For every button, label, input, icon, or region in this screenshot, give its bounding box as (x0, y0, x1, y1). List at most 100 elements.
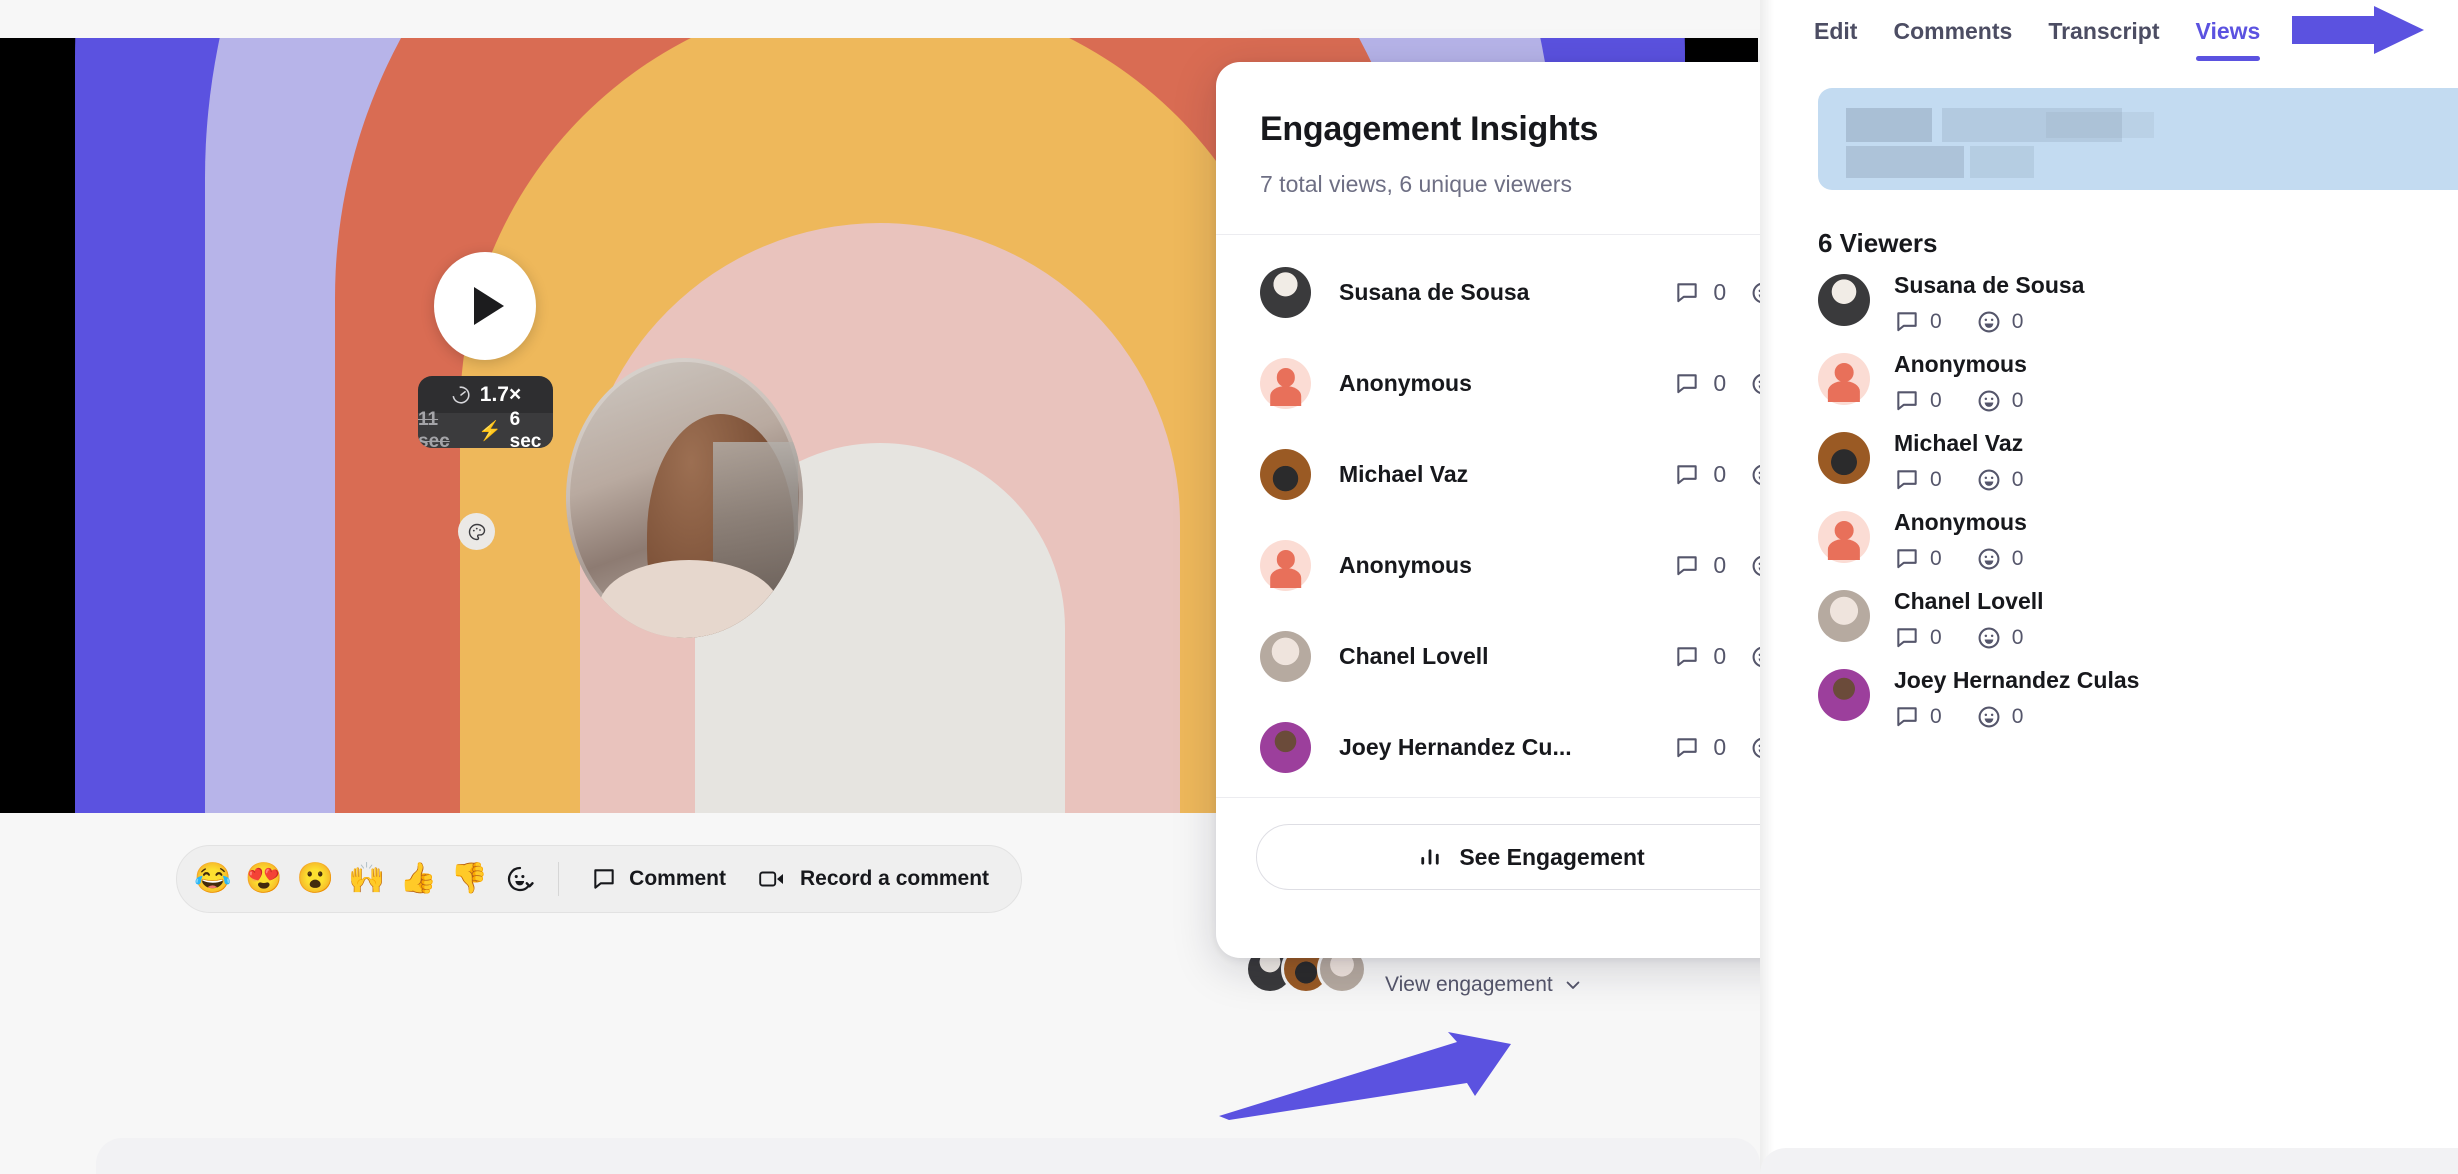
tab-edit[interactable]: Edit (1814, 18, 1857, 61)
record-label: Record a comment (800, 867, 989, 891)
comment-count-group: 0 (1674, 552, 1726, 579)
sidebar-viewer-row[interactable]: Susana de Sousa00 (1760, 272, 2458, 351)
smiley-face-icon (1976, 704, 2002, 730)
joy-emoji[interactable]: 😂 (187, 864, 238, 894)
viewer-name: Chanel Lovell (1339, 643, 1650, 670)
comment-count-group: 0 (1674, 643, 1726, 670)
see-engagement-button[interactable]: See Engagement (1256, 824, 1806, 890)
sidebar-viewer-row[interactable]: Chanel Lovell00 (1760, 588, 2458, 667)
comment-count-group: 0 (1674, 734, 1726, 761)
viewer-name: Susana de Sousa (1339, 279, 1650, 306)
sidebar-viewer-row[interactable]: Anonymous00 (1760, 509, 2458, 588)
comment-button[interactable]: Comment (575, 866, 742, 892)
popup-footer: See Engagement (1216, 798, 1846, 924)
smiley-chevron-icon[interactable] (495, 864, 542, 894)
viewer-info: Michael Vaz 00 (1894, 430, 2023, 493)
tab-views[interactable]: Views (2196, 18, 2261, 61)
popup-header: Engagement Insights 7 total views, 6 uni… (1216, 62, 1846, 234)
viewer-info: Anonymous00 (1894, 351, 2027, 414)
sidebar-viewer-list: Susana de Sousa00Anonymous00Michael Vaz0… (1760, 272, 2458, 746)
comment-count: 0 (1713, 734, 1726, 761)
viewer-info: Susana de Sousa00 (1894, 272, 2084, 335)
duration-row: 11 sec ⚡ 6 sec (418, 413, 553, 448)
comment-label: Comment (629, 867, 726, 891)
popup-viewer-row[interactable]: Anonymous00 (1216, 520, 1846, 611)
reaction-count: 0 (2012, 468, 2024, 492)
reaction-count: 0 (2012, 389, 2024, 413)
speech-bubble-icon (591, 866, 617, 892)
popup-viewer-row[interactable]: Anonymous00 (1216, 338, 1846, 429)
viewer-name: Anonymous (1339, 552, 1650, 579)
record-comment-button[interactable]: Record a comment (742, 866, 1005, 892)
avatar (1260, 358, 1311, 409)
sidebar-viewers-heading: 6 Viewers (1818, 228, 1938, 259)
playback-speed-chip: 1.7× 11 sec ⚡ 6 sec (418, 376, 553, 448)
viewer-stats: 00 (1894, 704, 2139, 730)
comment-count-group: 0 (1674, 370, 1726, 397)
viewer-info: Joey Hernandez Culas 00 (1894, 667, 2139, 730)
avatar (1260, 267, 1311, 318)
speech-bubble-icon (1894, 625, 1920, 651)
avatar (1260, 540, 1311, 591)
sidebar-viewer-row[interactable]: Anonymous00 (1760, 351, 2458, 430)
viewer-name: Michael Vaz (1894, 430, 2023, 457)
popup-viewer-row[interactable]: Susana de Sousa00 (1216, 247, 1846, 338)
popup-subtitle: 7 total views, 6 unique viewers (1260, 171, 1802, 198)
play-button[interactable] (434, 252, 536, 360)
redacted-preview-card (1818, 88, 2458, 190)
avatar (1818, 274, 1870, 326)
viewer-info: Anonymous00 (1894, 509, 2027, 572)
sidebar-viewer-row[interactable]: Joey Hernandez Culas 00 (1760, 667, 2458, 746)
raised-hands-emoji[interactable]: 🙌 (341, 864, 392, 894)
speedometer-icon (450, 384, 472, 406)
popup-viewer-row[interactable]: Joey Hernandez Cu...00 (1216, 702, 1846, 793)
popup-viewer-row[interactable]: Chanel Lovell00 (1216, 611, 1846, 702)
heart-eyes-emoji[interactable]: 😍 (238, 864, 289, 894)
tab-comments[interactable]: Comments (1893, 18, 2012, 61)
speech-bubble-icon (1674, 644, 1700, 670)
engagement-insights-popup: Engagement Insights 7 total views, 6 uni… (1216, 62, 1846, 958)
viewer-name: Joey Hernandez Culas (1894, 667, 2139, 694)
comment-count-group: 0 (1674, 279, 1726, 306)
sidebar-viewer-row[interactable]: Michael Vaz 00 (1760, 430, 2458, 509)
comment-count: 0 (1930, 705, 1942, 729)
comment-count: 0 (1713, 370, 1726, 397)
smiley-face-icon (1976, 388, 2002, 414)
comment-count: 0 (1713, 461, 1726, 488)
comment-count: 0 (1930, 547, 1942, 571)
thumbs-down-emoji[interactable]: 👎 (444, 864, 495, 894)
original-duration: 11 sec (418, 409, 470, 449)
viewer-info: Chanel Lovell00 (1894, 588, 2044, 651)
comment-count: 0 (1930, 626, 1942, 650)
popup-viewer-row[interactable]: Michael Vaz00 (1216, 429, 1846, 520)
thumbs-up-emoji[interactable]: 👍 (392, 864, 443, 894)
tab-transcript[interactable]: Transcript (2048, 18, 2159, 61)
avatar (1818, 669, 1870, 721)
viewer-stats: 00 (1894, 388, 2027, 414)
speech-bubble-icon (1894, 388, 1920, 414)
bar-chart-icon (1417, 844, 1443, 870)
view-engagement-label: View engagement (1385, 973, 1553, 997)
palette-button[interactable] (458, 513, 495, 550)
avatar (1260, 449, 1311, 500)
avatar (1818, 511, 1870, 563)
bolt-icon: ⚡ (478, 419, 502, 443)
comment-count: 0 (1713, 552, 1726, 579)
reaction-count: 0 (2012, 310, 2024, 334)
viewer-stats: 00 (1894, 625, 2044, 651)
avatar (1260, 631, 1311, 682)
reaction-count: 0 (2012, 547, 2024, 571)
viewer-stats: 00 (1894, 309, 2084, 335)
sidebar-bottom-sheet (1760, 1148, 2458, 1174)
toolbar-divider (558, 862, 559, 896)
viewer-stats: 00 (1894, 467, 2023, 493)
chevron-down-icon (1563, 975, 1583, 995)
viewer-name: Chanel Lovell (1894, 588, 2044, 615)
comment-count: 0 (1930, 310, 1942, 334)
surprised-emoji[interactable]: 😮 (290, 864, 341, 894)
comment-count: 0 (1713, 643, 1726, 670)
reaction-count: 0 (2012, 626, 2024, 650)
see-engagement-label: See Engagement (1459, 844, 1644, 871)
view-engagement-link[interactable]: View engagement (1385, 973, 1583, 997)
speed-value: 1.7× (480, 383, 521, 407)
